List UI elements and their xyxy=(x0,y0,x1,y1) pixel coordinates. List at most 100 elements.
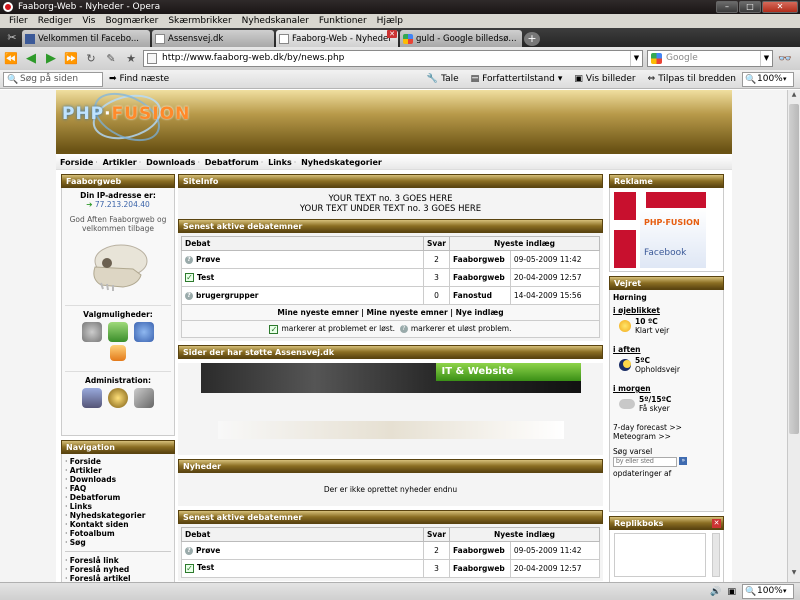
forecast-link[interactable]: 7-day forecast >> xyxy=(613,423,720,432)
tab-faaborg-web[interactable]: Faaborg-Web - Nyheder ✕ xyxy=(276,30,398,47)
tonight-temp: 5ºC xyxy=(635,356,650,365)
bookmark-star-icon[interactable]: ★ xyxy=(123,51,139,67)
scroll-down-icon[interactable]: ▼ xyxy=(789,569,799,581)
post-user[interactable]: Faaborgweb xyxy=(449,268,511,287)
nav-link[interactable]: Foreslå link xyxy=(65,556,171,565)
topic-link[interactable]: Prøve xyxy=(196,255,220,264)
nav-link[interactable]: Nyhedskategorier xyxy=(65,511,171,520)
post-user[interactable]: Fanostud xyxy=(449,286,511,305)
reload-icon[interactable]: ↻ xyxy=(83,51,99,67)
shoutbox-scrollbar[interactable] xyxy=(712,533,720,577)
close-tab-icon[interactable]: ✕ xyxy=(387,30,397,38)
forecast-search-button[interactable]: » xyxy=(679,457,688,465)
new-tab-button[interactable]: + xyxy=(524,32,540,46)
menu-nyhedskanaler[interactable]: Nyhedskanaler xyxy=(237,14,314,28)
nav-link[interactable]: Fotoalbum xyxy=(65,529,171,538)
search-forecast-label: Søg varsel xyxy=(613,447,653,456)
fast-forward-icon[interactable]: ⏩ xyxy=(63,51,79,67)
nav-nyhedskategorier[interactable]: Nyhedskategorier xyxy=(301,158,382,167)
search-engine-input[interactable]: Google ▼ xyxy=(647,50,773,67)
minimize-button[interactable]: – xyxy=(716,1,738,13)
nav-link[interactable]: Debatforum xyxy=(65,493,171,502)
menu-filer[interactable]: Filer xyxy=(4,14,33,28)
close-window-button[interactable]: ✕ xyxy=(762,1,798,13)
edit-icon[interactable]: ✎ xyxy=(103,51,119,67)
topic-link[interactable]: Prøve xyxy=(196,546,220,555)
find-in-page-input[interactable]: 🔍 Søg på siden xyxy=(3,71,103,87)
menu-hjaelp[interactable]: Hjælp xyxy=(372,14,408,28)
sponsor-banner[interactable]: IT & Website xyxy=(200,362,581,393)
chevron-down-icon[interactable]: ▼ xyxy=(760,51,772,66)
facebook-ad[interactable]: PHP·FUSION Facebook xyxy=(609,188,724,272)
rewind-icon[interactable]: ⏪ xyxy=(3,51,19,67)
forward-icon[interactable]: ▶ xyxy=(43,51,59,67)
nav-links[interactable]: Links xyxy=(268,158,292,167)
scroll-up-icon[interactable]: ▲ xyxy=(789,91,799,103)
fit-width-button[interactable]: ⇔ Tilpas til bredden xyxy=(642,74,742,84)
nav-link[interactable]: Kontakt siden xyxy=(65,520,171,529)
tab-google[interactable]: guld - Google billedsø... xyxy=(400,30,522,47)
nav-link[interactable]: Forside xyxy=(65,457,171,466)
nav-artikler[interactable]: Artikler xyxy=(103,158,137,167)
post-user[interactable]: Faaborgweb xyxy=(449,540,511,560)
nav-link[interactable]: Søg xyxy=(65,538,171,547)
topic-link[interactable]: Test xyxy=(197,563,214,572)
author-mode-button[interactable]: ▤ Forfattertilstand ▾ xyxy=(465,74,569,84)
page-scrollbar[interactable]: ▲ ▼ xyxy=(787,90,800,582)
nav-debatforum[interactable]: Debatforum xyxy=(205,158,259,167)
download-icon[interactable] xyxy=(82,388,102,408)
weather-tonight-link[interactable]: i aften xyxy=(613,345,720,354)
meteogram-link[interactable]: Meteogram >> xyxy=(613,432,720,441)
tools-icon[interactable]: ✂ xyxy=(2,29,22,47)
menu-vis[interactable]: Vis xyxy=(77,14,100,28)
back-icon[interactable]: ◀ xyxy=(23,51,39,67)
nav-forside[interactable]: Forside xyxy=(60,158,93,167)
nav-link[interactable]: Downloads xyxy=(65,475,171,484)
forecast-search-input[interactable] xyxy=(613,456,677,467)
users-icon[interactable] xyxy=(134,322,154,342)
scrollbar-thumb[interactable] xyxy=(789,104,799,434)
message-icon[interactable] xyxy=(108,322,128,342)
post-user[interactable]: Faaborgweb xyxy=(449,558,511,578)
close-icon[interactable]: ✕ xyxy=(712,519,721,528)
zoom-select[interactable]: 🔍 100% ▾ xyxy=(742,71,794,87)
status-zoom-select[interactable]: 🔍 100% ▾ xyxy=(742,584,794,599)
chevron-down-icon[interactable]: ▼ xyxy=(630,51,642,66)
topic-link[interactable]: Test xyxy=(197,273,214,282)
settings-gear-icon[interactable] xyxy=(82,322,102,342)
post-user[interactable]: Faaborgweb xyxy=(449,250,511,269)
menu-bogmaerker[interactable]: Bogmærker xyxy=(100,14,163,28)
topic-link[interactable]: brugergrupper xyxy=(196,291,259,300)
weather-panel: Hørning i øjeblikket 10 ºC Klart vejr i a… xyxy=(609,290,724,512)
glasses-icon[interactable]: 👓 xyxy=(777,51,793,67)
voice-button[interactable]: 🔧 Tale xyxy=(421,74,465,84)
address-input[interactable]: http://www.faaborg-web.dk/by/news.php ▼ xyxy=(143,50,643,67)
sponsor-banner-2[interactable] xyxy=(217,420,564,439)
nav-link[interactable]: Foreslå nyhed xyxy=(65,565,171,574)
show-images-button[interactable]: ▣ Vis billeder xyxy=(568,74,641,84)
shoutbox-area[interactable] xyxy=(614,533,706,577)
address-toolbar: ⏪ ◀ ▶ ⏩ ↻ ✎ ★ http://www.faaborg-web.dk/… xyxy=(0,47,800,70)
menu-rediger[interactable]: Rediger xyxy=(33,14,78,28)
tab-assensvej[interactable]: Assensvej.dk xyxy=(152,30,274,47)
speaker-icon[interactable]: 🔊 xyxy=(710,587,721,597)
debat-footer-links[interactable]: Mine nyeste emner | Mine nyeste emner | … xyxy=(181,305,600,321)
nav-link[interactable]: FAQ xyxy=(65,484,171,493)
menu-skaermbrikker[interactable]: Skærmbrikker xyxy=(163,14,236,28)
rss-icon[interactable] xyxy=(110,345,126,361)
find-next-button[interactable]: ➡ Find næste xyxy=(103,74,175,84)
tab-facebook[interactable]: Velkommen til Facebo... xyxy=(22,30,150,47)
nav-link[interactable]: Foreslå artikel xyxy=(65,574,171,582)
nav-link[interactable]: Artikler xyxy=(65,466,171,475)
php-fusion-logo[interactable]: PHP·FUSION xyxy=(62,90,190,151)
weather-tomorrow-link[interactable]: i morgen xyxy=(613,384,720,393)
nav-downloads[interactable]: Downloads xyxy=(146,158,195,167)
tools-icon[interactable] xyxy=(134,388,154,408)
nav-link[interactable]: Links xyxy=(65,502,171,511)
maximize-button[interactable]: □ xyxy=(739,1,761,13)
image-icon: ▣ xyxy=(574,74,583,84)
weather-now-link[interactable]: i øjeblikket xyxy=(613,306,720,315)
admin-badge-icon[interactable] xyxy=(108,388,128,408)
image-toggle-icon[interactable]: ▣ xyxy=(727,587,736,597)
menu-funktioner[interactable]: Funktioner xyxy=(314,14,372,28)
